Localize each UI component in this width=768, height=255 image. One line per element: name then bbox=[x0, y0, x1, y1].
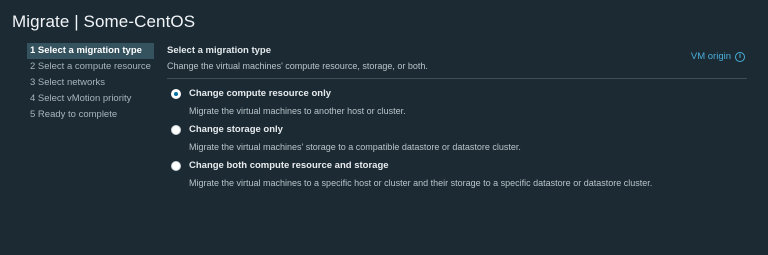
option-compute-only[interactable]: Change compute resource only Migrate the… bbox=[171, 88, 747, 118]
migration-type-options: Change compute resource only Migrate the… bbox=[171, 88, 747, 196]
option-compute-and-storage[interactable]: Change both compute resource and storage… bbox=[171, 160, 747, 190]
vm-origin-label[interactable]: VM origin bbox=[691, 51, 731, 62]
section-description: Change the virtual machines' compute res… bbox=[167, 61, 428, 71]
step-select-networks[interactable]: 3 Select networks bbox=[27, 75, 154, 91]
radio-compute-only[interactable] bbox=[171, 89, 181, 99]
step-select-compute-resource[interactable]: 2 Select a compute resource bbox=[27, 59, 154, 75]
migrate-dialog: Migrate | Some-CentOS 1 Select a migrati… bbox=[0, 0, 768, 255]
option-description: Migrate the virtual machines to a specif… bbox=[189, 178, 653, 188]
section-title: Select a migration type bbox=[167, 45, 272, 56]
option-label[interactable]: Change both compute resource and storage bbox=[189, 160, 747, 172]
option-label[interactable]: Change compute resource only bbox=[189, 88, 747, 100]
main-panel: Select a migration type Change the virtu… bbox=[167, 43, 747, 188]
step-select-vmotion-priority[interactable]: 4 Select vMotion priority bbox=[27, 91, 154, 107]
option-description: Migrate the virtual machines to another … bbox=[189, 106, 406, 116]
step-ready-to-complete[interactable]: 5 Ready to complete bbox=[27, 107, 154, 123]
vm-origin-link[interactable]: VM origin i bbox=[691, 51, 745, 62]
radio-compute-and-storage[interactable] bbox=[171, 161, 181, 171]
option-label[interactable]: Change storage only bbox=[189, 124, 747, 136]
wizard-steps-nav: 1 Select a migration type 2 Select a com… bbox=[27, 43, 154, 123]
dialog-title: Migrate | Some-CentOS bbox=[12, 12, 196, 31]
option-storage-only[interactable]: Change storage only Migrate the virtual … bbox=[171, 124, 747, 154]
option-description: Migrate the virtual machines' storage to… bbox=[189, 142, 521, 152]
divider bbox=[167, 78, 747, 79]
radio-storage-only[interactable] bbox=[171, 125, 181, 135]
info-icon[interactable]: i bbox=[735, 51, 745, 62]
step-select-migration-type[interactable]: 1 Select a migration type bbox=[27, 43, 154, 59]
